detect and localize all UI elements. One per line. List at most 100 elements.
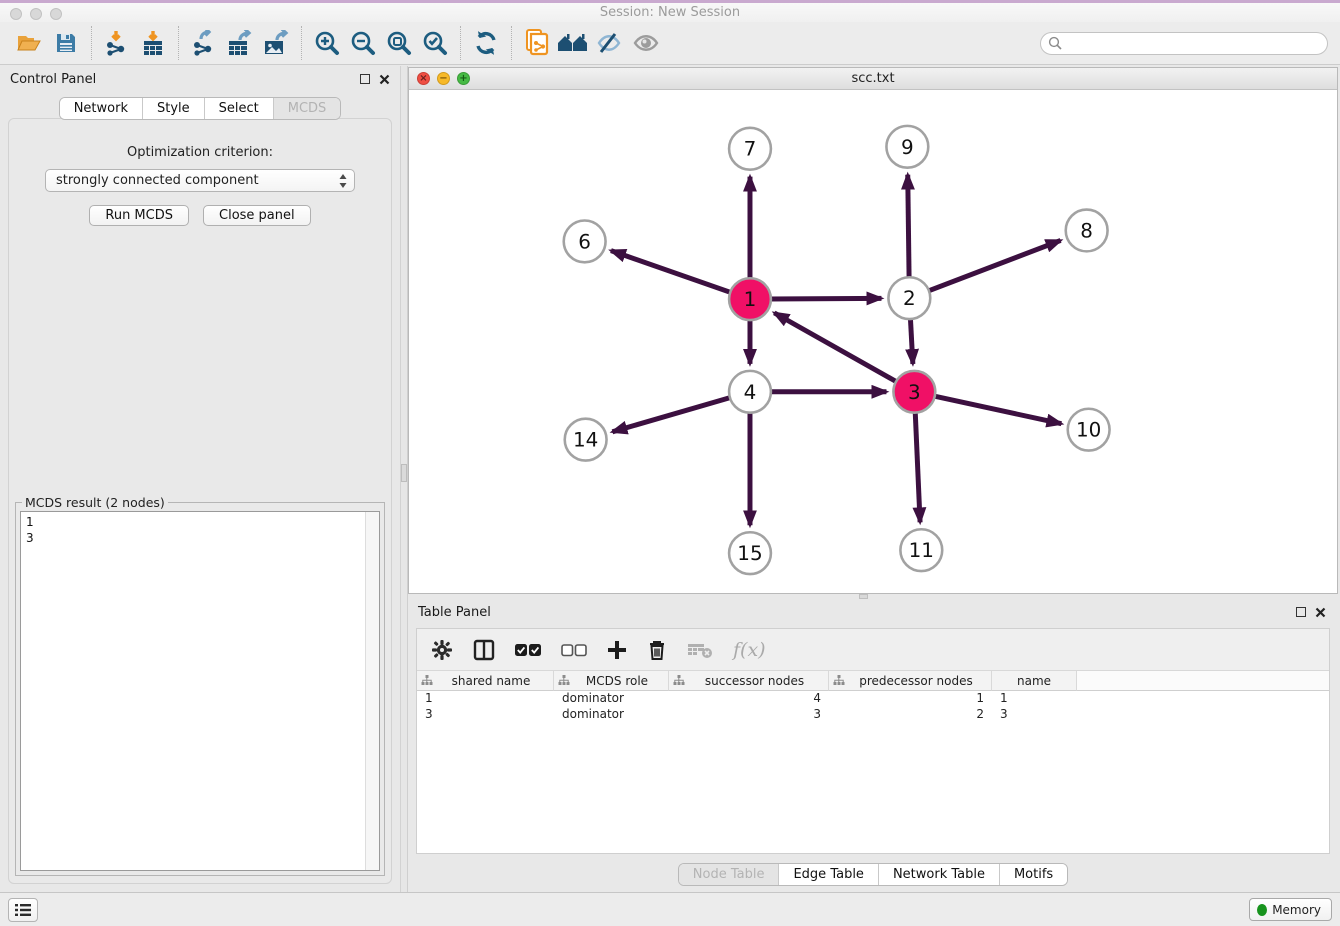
main-area: Control Panel NetworkStyleSelectMCDS Opt… — [0, 66, 1340, 892]
search-field[interactable] — [1040, 32, 1328, 55]
column-header-successor-nodes[interactable]: successor nodes — [669, 671, 829, 691]
float-panel-icon[interactable] — [1296, 607, 1306, 617]
table-row[interactable]: 1dominator411 — [417, 691, 1329, 707]
import-table-icon[interactable] — [135, 25, 171, 61]
open-file-icon[interactable] — [12, 25, 48, 61]
task-history-button[interactable] — [8, 898, 38, 922]
graph-edge-3-10[interactable] — [933, 396, 1062, 424]
export-image-icon[interactable] — [258, 25, 294, 61]
splitter-grip[interactable] — [859, 594, 868, 599]
zoom-selected-icon[interactable] — [417, 25, 453, 61]
column-header-predecessor-nodes[interactable]: predecessor nodes — [829, 671, 992, 691]
svg-text:1: 1 — [744, 288, 757, 311]
delete-column-icon[interactable] — [647, 636, 667, 664]
tab-motifs[interactable]: Motifs — [999, 864, 1067, 885]
table-cell[interactable]: 1 — [992, 691, 1077, 707]
result-scrollbar[interactable] — [365, 512, 379, 870]
table-row[interactable]: 3dominator323 — [417, 707, 1329, 723]
graph-edge-1-2[interactable] — [769, 298, 882, 299]
svg-text:14: 14 — [573, 429, 598, 452]
network-canvas[interactable]: 7 9 6 8 1 2 4 3 14 10 15 11 — [409, 91, 1337, 593]
graph-edge-1-6[interactable] — [611, 251, 732, 293]
tab-network[interactable]: Network — [60, 98, 142, 119]
tab-style[interactable]: Style — [142, 98, 204, 119]
graph-node-2[interactable]: 2 — [888, 277, 930, 319]
table-cell[interactable]: 3 — [417, 707, 554, 723]
run-mcds-button[interactable]: Run MCDS — [89, 205, 189, 226]
tab-network-table[interactable]: Network Table — [878, 864, 999, 885]
graph-node-3[interactable]: 3 — [893, 371, 935, 413]
deselect-all-icon[interactable] — [561, 636, 587, 664]
optimization-criterion-select[interactable]: strongly connected component — [45, 169, 355, 192]
select-all-icon[interactable] — [515, 636, 541, 664]
graph-node-8[interactable]: 8 — [1066, 210, 1108, 252]
column-header-shared-name[interactable]: shared name — [417, 671, 554, 691]
zoom-out-icon[interactable] — [345, 25, 381, 61]
graph-node-7[interactable]: 7 — [729, 128, 771, 170]
column-panel-icon[interactable] — [473, 636, 495, 664]
table-cell[interactable]: 1 — [417, 691, 554, 707]
export-network-icon[interactable] — [186, 25, 222, 61]
table-cell[interactable]: dominator — [554, 691, 669, 707]
table-cell[interactable]: 2 — [829, 707, 992, 723]
network-minimize-icon[interactable]: − — [437, 72, 450, 85]
node-table: shared nameMCDS rolesuccessor nodesprede… — [417, 671, 1329, 853]
graph-edge-3-11[interactable] — [915, 411, 920, 523]
close-panel-icon[interactable] — [1315, 607, 1326, 618]
network-close-icon[interactable]: × — [417, 72, 430, 85]
zoom-window-icon[interactable] — [50, 8, 62, 20]
float-panel-icon[interactable] — [360, 74, 370, 84]
table-cell[interactable]: dominator — [554, 707, 669, 723]
graph-node-14[interactable]: 14 — [565, 419, 607, 461]
table-cell[interactable]: 1 — [829, 691, 992, 707]
splitter-grip[interactable] — [401, 464, 407, 482]
import-network-icon[interactable] — [99, 25, 135, 61]
graph-node-9[interactable]: 9 — [886, 126, 928, 168]
add-column-icon[interactable] — [607, 636, 627, 664]
export-table-icon[interactable] — [222, 25, 258, 61]
zoom-fit-icon[interactable] — [381, 25, 417, 61]
close-panel-icon[interactable] — [379, 74, 390, 85]
graph-edge-3-1[interactable] — [774, 313, 898, 383]
first-neighbors-icon[interactable] — [555, 25, 591, 61]
table-cell[interactable]: 4 — [669, 691, 829, 707]
graph-node-15[interactable]: 15 — [729, 532, 771, 574]
mcds-result-area[interactable]: 1 3 — [20, 511, 380, 871]
minimize-window-icon[interactable] — [30, 8, 42, 20]
table-cell[interactable]: 3 — [992, 707, 1077, 723]
refresh-icon[interactable] — [468, 25, 504, 61]
graph-node-6[interactable]: 6 — [564, 220, 606, 262]
panel-splitter[interactable] — [400, 66, 408, 892]
toolbar-separator — [301, 26, 302, 60]
close-panel-button[interactable]: Close panel — [203, 205, 311, 226]
tab-select[interactable]: Select — [204, 98, 273, 119]
control-panel-header: Control Panel — [0, 66, 400, 92]
graph-node-1[interactable]: 1 — [729, 278, 771, 320]
graph-node-10[interactable]: 10 — [1068, 409, 1110, 451]
tab-mcds[interactable]: MCDS — [273, 98, 341, 119]
tree-icon — [833, 675, 845, 686]
search-input[interactable] — [1062, 36, 1320, 50]
copy-network-icon[interactable] — [519, 25, 555, 61]
column-header-name[interactable]: name — [992, 671, 1077, 691]
network-maximize-icon[interactable]: + — [457, 72, 470, 85]
toolbar-separator — [178, 26, 179, 60]
graph-edge-2-8[interactable] — [927, 240, 1061, 291]
graph-edge-2-9[interactable] — [908, 175, 909, 280]
graph-edge-4-14[interactable] — [612, 397, 731, 432]
close-window-icon[interactable] — [10, 8, 22, 20]
save-session-icon[interactable] — [48, 25, 84, 61]
memory-button[interactable]: Memory — [1249, 898, 1332, 921]
column-header-MCDS-role[interactable]: MCDS role — [554, 671, 669, 691]
toolbar-separator — [511, 26, 512, 60]
tab-node-table[interactable]: Node Table — [679, 864, 779, 885]
table-cell[interactable]: 3 — [669, 707, 829, 723]
graph-edge-2-3[interactable] — [910, 317, 912, 364]
hide-selected-icon[interactable] — [591, 25, 627, 61]
delete-table-icon — [687, 636, 713, 664]
graph-node-4[interactable]: 4 — [729, 371, 771, 413]
graph-node-11[interactable]: 11 — [900, 529, 942, 571]
tab-edge-table[interactable]: Edge Table — [778, 864, 877, 885]
zoom-in-icon[interactable] — [309, 25, 345, 61]
table-settings-icon[interactable] — [431, 636, 453, 664]
